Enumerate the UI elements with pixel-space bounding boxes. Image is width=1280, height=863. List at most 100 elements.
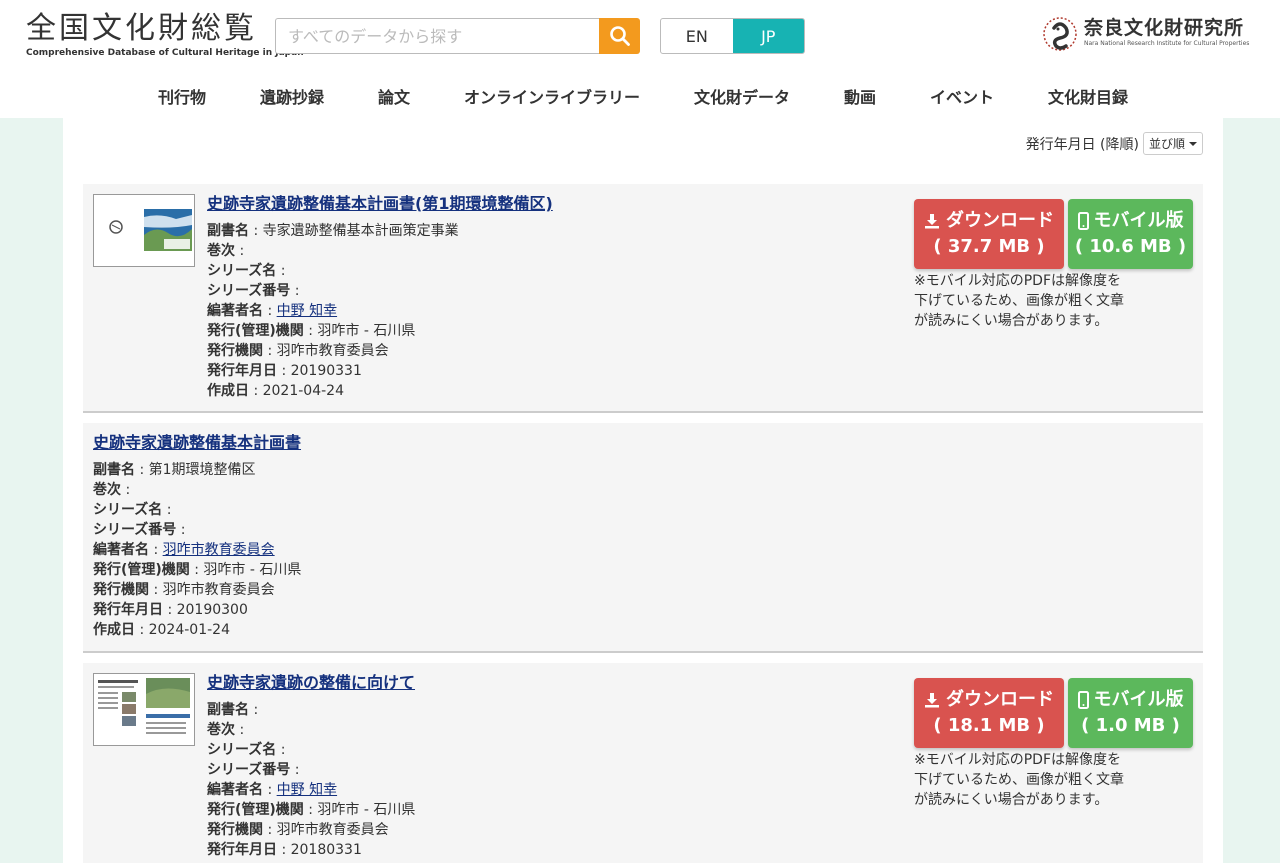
field-label: シリーズ番号 <box>207 762 291 778</box>
result-title-link[interactable]: 史跡寺家遺跡の整備に向けて <box>207 673 415 693</box>
mobile-note: ※モバイル対応のPDFは解像度を下げているため、画像が粗く文章が読みにくい場合が… <box>914 273 1124 329</box>
institute-logo[interactable]: 奈良文化財研究所 Nara National Research Institut… <box>1042 16 1249 56</box>
site-header: 全国文化財総覧 Comprehensive Database of Cultur… <box>0 0 1280 118</box>
mobile-note: ※モバイル対応のPDFは解像度を下げているため、画像が粗く文章が読みにくい場合が… <box>914 752 1124 808</box>
field-label: 発行(管理)機関 <box>207 802 304 818</box>
main-nav: 刊行物 遺跡抄録 論文 オンラインライブラリー 文化財データ 動画 イベント 文… <box>0 76 1280 114</box>
field-label: 発行機関 <box>93 582 149 598</box>
institute-subtitle: Nara National Research Institute for Cul… <box>1084 40 1250 47</box>
download-button[interactable]: ダウンロード ( 18.1 MB ) <box>914 678 1064 748</box>
sort-control: 発行年月日 (降順) 並び順 <box>1026 132 1203 155</box>
field-value: : <box>249 702 259 718</box>
sort-button-label: 並び順 <box>1148 137 1185 151</box>
field-value: : 2021-04-24 <box>249 383 344 399</box>
result-title-link[interactable]: 史跡寺家遺跡整備基本計画書(第1期環境整備区) <box>207 194 553 214</box>
nav-item-papers[interactable]: 論文 <box>378 84 410 108</box>
field-value: : 20190331 <box>277 363 362 379</box>
result-item: 史跡寺家遺跡整備基本計画書(第1期環境整備区) 副書名 : 寺家遺跡整備基本計画… <box>83 184 1203 413</box>
caret-down-icon <box>1189 141 1197 146</box>
search-button[interactable] <box>599 18 640 54</box>
result-item: 史跡寺家遺跡の整備に向けて 副書名 : 巻次 : シリーズ名 : シリーズ番号 … <box>83 663 1203 863</box>
result-meta: 史跡寺家遺跡の整備に向けて 副書名 : 巻次 : シリーズ名 : シリーズ番号 … <box>207 673 416 858</box>
field-value: : 羽咋市 - 石川県 <box>303 323 416 339</box>
field-value: : 20190300 <box>163 602 248 618</box>
institute-name: 奈良文化財研究所 <box>1084 17 1245 39</box>
download-label: ダウンロード <box>946 689 1054 710</box>
field-value: : <box>176 522 186 538</box>
nav-item-heritage-data[interactable]: 文化財データ <box>694 84 790 108</box>
field-value: : 第1期環境整備区 <box>135 462 256 478</box>
lang-en-button[interactable]: EN <box>661 19 733 53</box>
nav-item-events[interactable]: イベント <box>930 84 994 108</box>
mobile-size: ( 10.6 MB ) <box>1074 236 1187 257</box>
mobile-phone-icon <box>1077 212 1089 230</box>
mobile-download-button[interactable]: モバイル版 ( 10.6 MB ) <box>1068 199 1193 269</box>
language-switch: EN JP <box>660 18 805 54</box>
result-title-link[interactable]: 史跡寺家遺跡整備基本計画書 <box>93 433 301 453</box>
field-label: 発行年月日 <box>93 602 163 618</box>
field-value: : <box>235 243 245 259</box>
search-icon <box>609 26 630 46</box>
field-value: : <box>121 482 131 498</box>
download-label: ダウンロード <box>946 210 1054 231</box>
field-value: : 羽咋市教育委員会 <box>263 343 389 359</box>
download-size: ( 37.7 MB ) <box>933 236 1045 257</box>
field-label: シリーズ名 <box>207 742 277 758</box>
mobile-size: ( 1.0 MB ) <box>1081 715 1180 736</box>
field-value: : 羽咋市教育委員会 <box>149 582 275 598</box>
field-label: 巻次 <box>207 722 235 738</box>
download-size: ( 18.1 MB ) <box>933 715 1045 736</box>
nav-item-videos[interactable]: 動画 <box>844 84 876 108</box>
field-label: シリーズ名 <box>93 502 163 518</box>
logo-subtitle: Comprehensive Database of Cultural Herit… <box>26 48 304 58</box>
nav-item-publications[interactable]: 刊行物 <box>158 84 206 108</box>
field-label: 発行(管理)機関 <box>207 323 304 339</box>
field-label: シリーズ番号 <box>93 522 177 538</box>
field-label: 編著者名 <box>207 782 263 798</box>
field-label: 巻次 <box>207 243 235 259</box>
download-icon <box>925 693 939 708</box>
author-link[interactable]: 中野 知幸 <box>277 303 337 319</box>
field-label: 副書名 <box>207 702 249 718</box>
author-link[interactable]: 中野 知幸 <box>277 782 337 798</box>
field-label: 編著者名 <box>207 303 263 319</box>
nav-item-catalog[interactable]: 文化財目録 <box>1048 84 1128 108</box>
field-value: : 2024-01-24 <box>135 622 230 638</box>
logo-title: 全国文化財総覧 <box>26 11 257 46</box>
nav-item-online-library[interactable]: オンラインライブラリー <box>464 84 640 108</box>
field-value: : 寺家遺跡整備基本計画策定事業 <box>249 223 459 239</box>
field-label: 発行(管理)機関 <box>93 562 190 578</box>
search-input[interactable] <box>275 18 600 54</box>
field-label: シリーズ番号 <box>207 283 291 299</box>
field-label: 作成日 <box>207 383 249 399</box>
field-label: 作成日 <box>93 622 135 638</box>
field-value: : 羽咋市教育委員会 <box>263 822 389 838</box>
mobile-download-button[interactable]: モバイル版 ( 1.0 MB ) <box>1068 678 1193 748</box>
author-link[interactable]: 羽咋市教育委員会 <box>163 542 275 558</box>
field-label: 巻次 <box>93 482 121 498</box>
search-bar <box>275 18 640 54</box>
download-button[interactable]: ダウンロード ( 37.7 MB ) <box>914 199 1064 269</box>
result-item: 史跡寺家遺跡整備基本計画書 副書名 : 第1期環境整備区 巻次 : シリーズ名 … <box>83 423 1203 653</box>
sort-order-button[interactable]: 並び順 <box>1142 132 1203 155</box>
mobile-label: モバイル版 <box>1093 689 1184 710</box>
institute-emblem-icon <box>1043 17 1077 51</box>
field-value: : <box>290 283 300 299</box>
mobile-phone-icon <box>1077 691 1089 709</box>
report-thumbnail[interactable] <box>93 673 195 746</box>
field-value: : 羽咋市 - 石川県 <box>303 802 416 818</box>
results-panel: 発行年月日 (降順) 並び順 史跡寺家遺跡整備基本計画書(第1期環境整備区) 副… <box>63 118 1223 863</box>
result-meta: 史跡寺家遺跡整備基本計画書 副書名 : 第1期環境整備区 巻次 : シリーズ名 … <box>93 433 302 638</box>
lang-jp-button[interactable]: JP <box>732 19 804 53</box>
field-value: : 羽咋市 - 石川県 <box>189 562 302 578</box>
field-label: 発行機関 <box>207 343 263 359</box>
field-label: 発行機関 <box>207 822 263 838</box>
nav-item-site-abstracts[interactable]: 遺跡抄録 <box>260 84 324 108</box>
cover-image-icon <box>94 674 194 745</box>
field-label: 発行年月日 <box>207 363 277 379</box>
site-logo[interactable]: 全国文化財総覧 Comprehensive Database of Cultur… <box>26 11 304 59</box>
field-value: : 20180331 <box>277 842 362 858</box>
report-thumbnail[interactable] <box>93 194 195 267</box>
field-value: : <box>235 722 245 738</box>
field-label: 副書名 <box>207 223 249 239</box>
